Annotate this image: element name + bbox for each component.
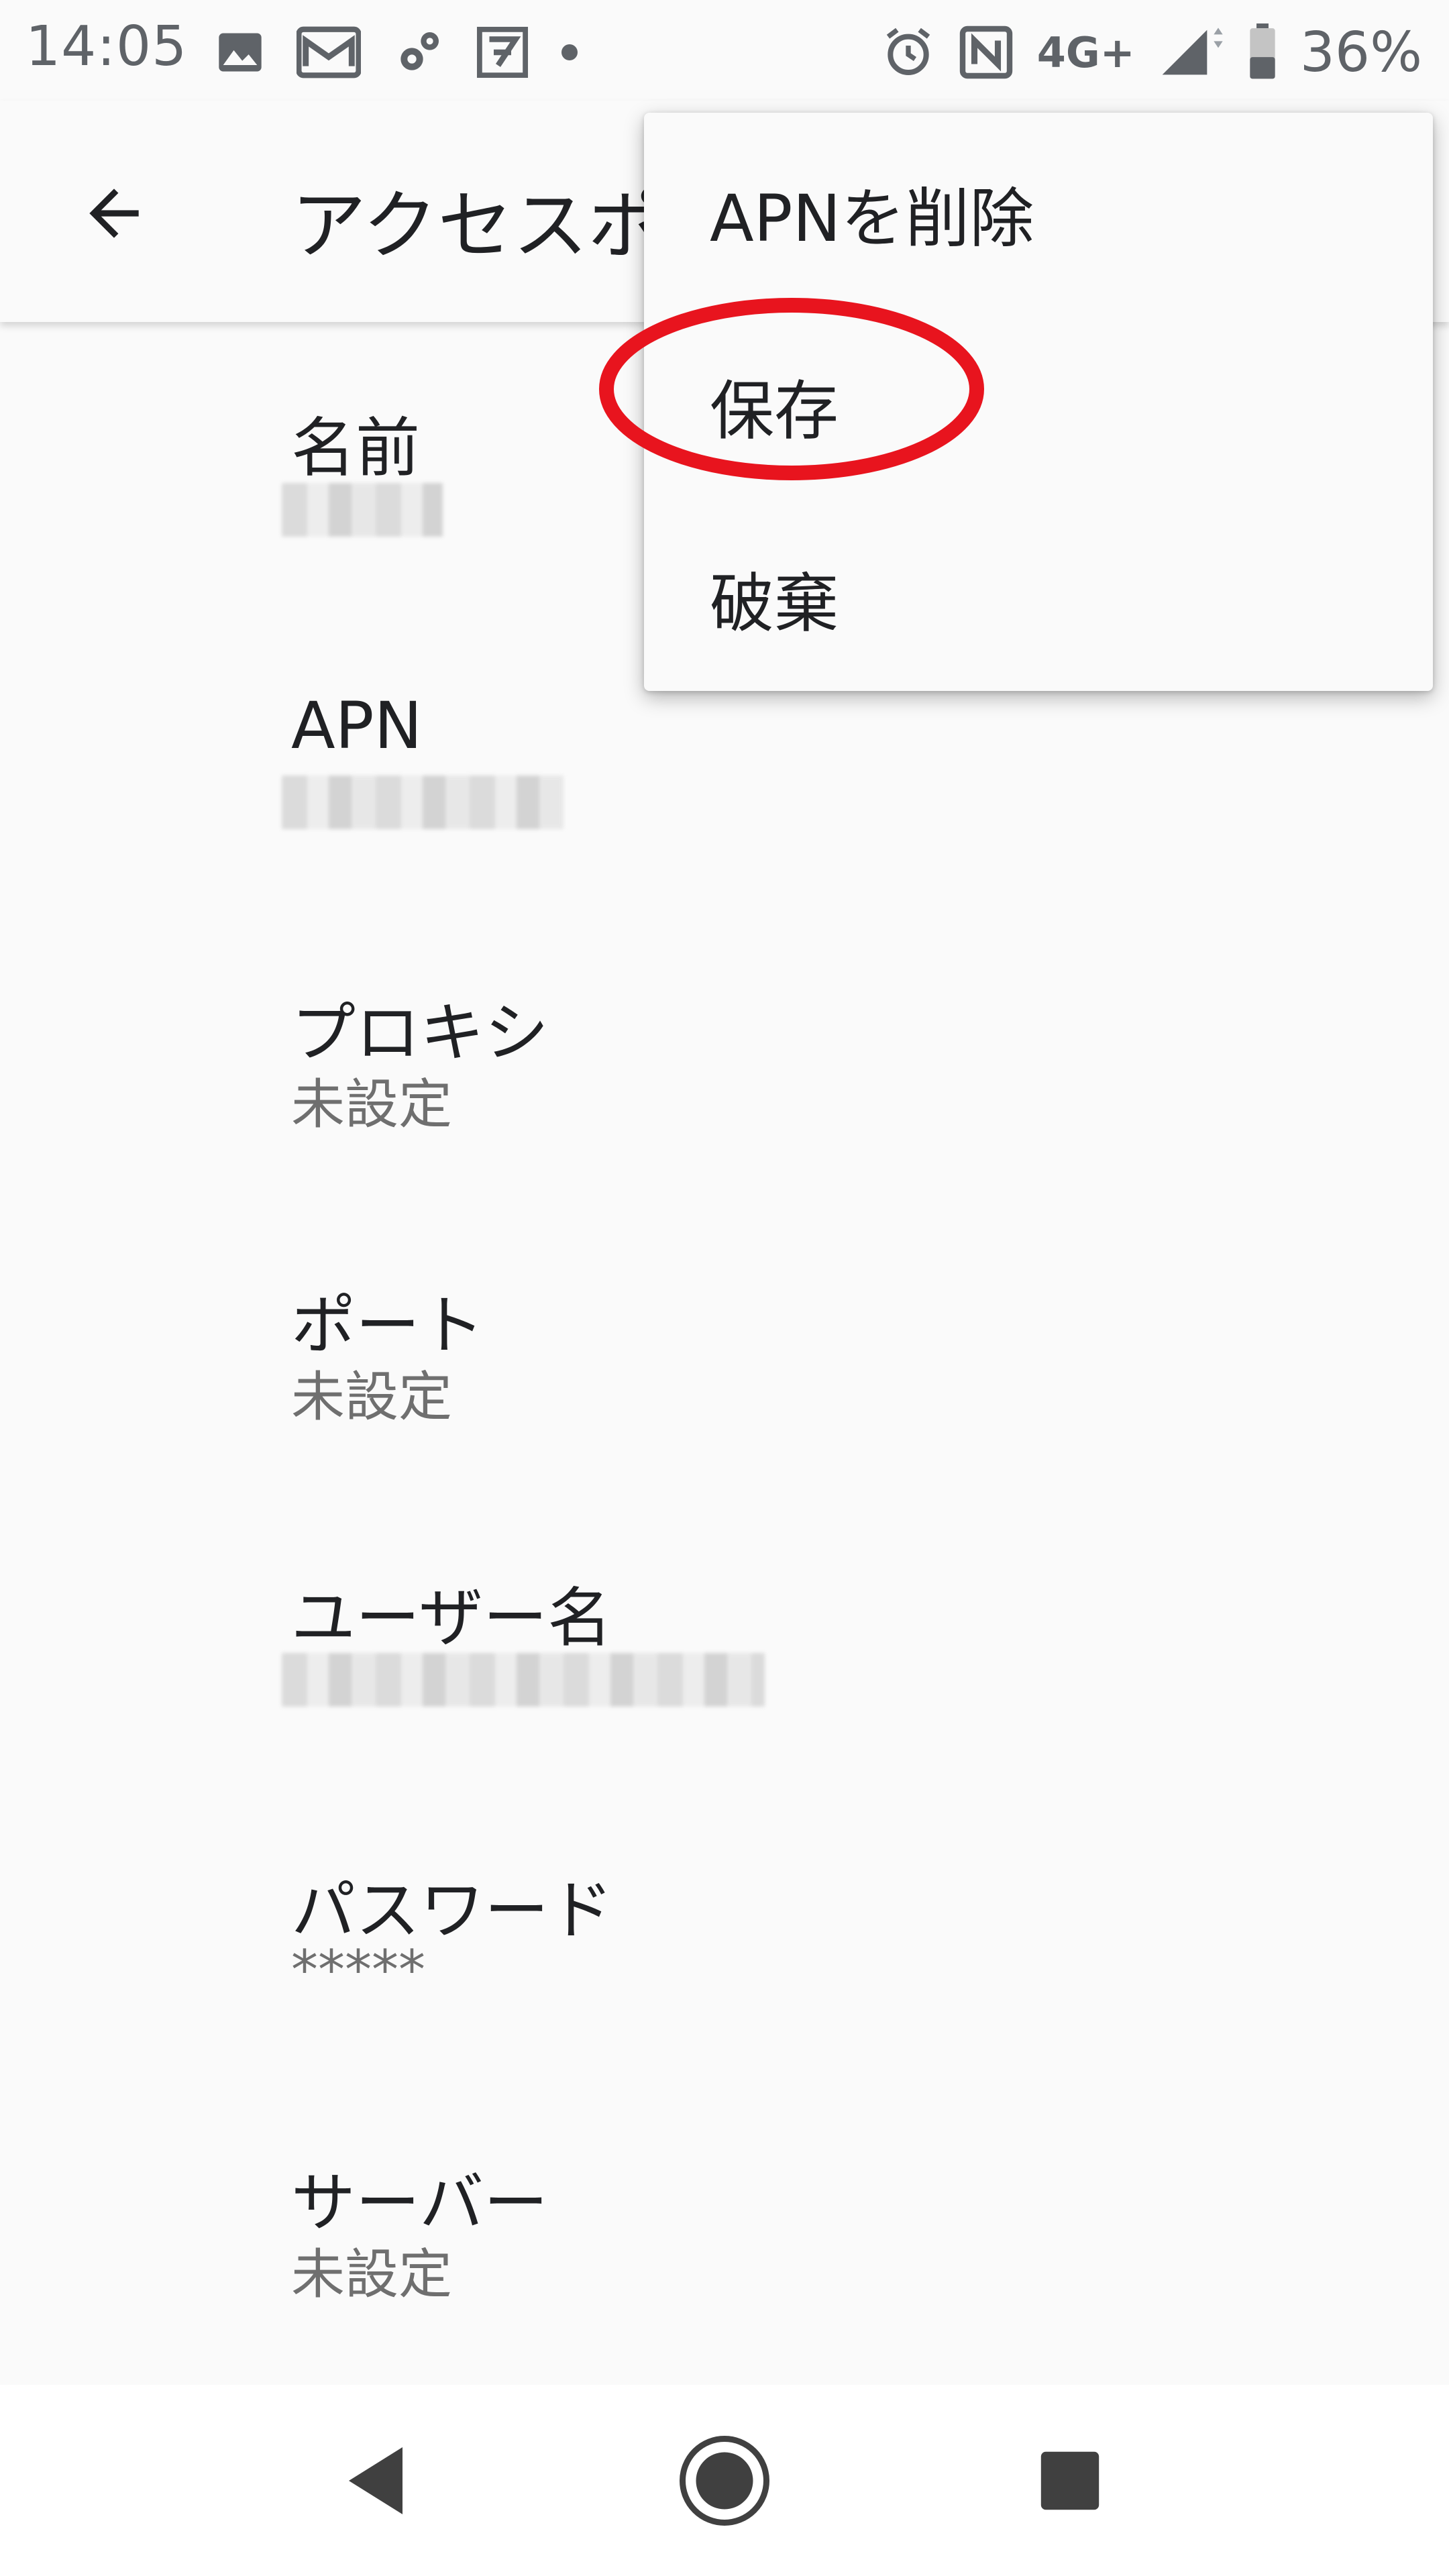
field-value: 未設定	[291, 1366, 452, 1428]
app-icon	[476, 26, 529, 78]
navigation-bar	[0, 2385, 1449, 2576]
field-value: 未設定	[291, 2243, 452, 2306]
field-port[interactable]: ポート 未設定	[291, 1199, 1364, 1454]
signal-icon	[1158, 25, 1225, 79]
image-icon	[215, 27, 266, 78]
field-label: プロキシ	[291, 996, 549, 1071]
field-value: 未設定	[291, 1073, 452, 1136]
nfc-icon	[958, 24, 1014, 80]
field-label: 名前	[291, 411, 420, 486]
mail-icon	[297, 25, 361, 79]
back-button[interactable]	[67, 168, 161, 262]
field-label: ユーザー名	[291, 1580, 612, 1656]
page-title: アクセスポ	[291, 182, 663, 270]
redacted-value	[282, 1653, 765, 1707]
field-proxy[interactable]: プロキシ 未設定	[291, 907, 1364, 1162]
battery-percent: 36%	[1299, 20, 1422, 85]
menu-item-label: APNを削除	[710, 181, 1034, 256]
nav-back-button[interactable]	[325, 2432, 426, 2532]
gear-icon	[392, 25, 445, 79]
system-icons: 4G+ 36%	[881, 20, 1422, 85]
menu-item-delete-apn[interactable]: APNを削除	[644, 113, 1433, 305]
nav-recents-button[interactable]	[1020, 2432, 1120, 2532]
status-time: 14:05	[25, 15, 188, 78]
battery-icon	[1248, 23, 1277, 81]
nav-home-button[interactable]	[674, 2432, 775, 2532]
field-label: APN	[291, 688, 423, 763]
network-type: 4G+	[1036, 28, 1135, 77]
back-triangle-icon	[342, 2444, 409, 2520]
menu-item-label: 破棄	[710, 566, 839, 641]
alarm-icon	[881, 25, 935, 79]
field-label: サーバー	[291, 2165, 549, 2241]
field-label: パスワード	[291, 1873, 613, 1948]
field-label: ポート	[291, 1288, 484, 1363]
recents-square-icon	[1038, 2449, 1102, 2516]
redacted-value	[282, 775, 564, 829]
status-bar: 14:05 4G+ 36%	[0, 0, 1449, 101]
field-username[interactable]: ユーザー名	[282, 1492, 1364, 1747]
menu-item-discard[interactable]: 破棄	[644, 498, 1433, 690]
redacted-value	[282, 483, 443, 537]
field-password[interactable]: パスワード *****	[291, 1784, 1364, 2039]
arrow-left-icon	[77, 176, 151, 253]
field-value: *****	[291, 1939, 425, 2001]
field-server[interactable]: サーバー 未設定	[291, 2077, 1364, 2332]
home-circle-icon	[678, 2434, 771, 2530]
highlight-ellipse	[599, 298, 984, 480]
notification-icons	[215, 20, 580, 85]
dot-icon	[559, 42, 580, 62]
